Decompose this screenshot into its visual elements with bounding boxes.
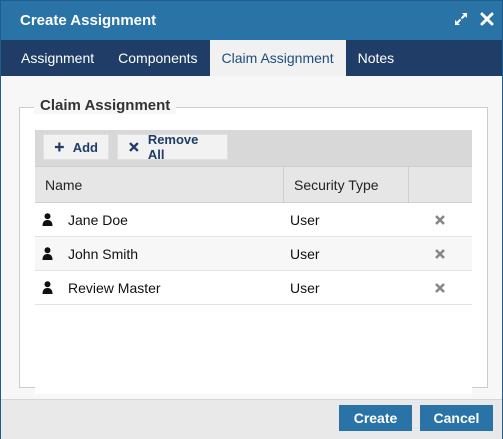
row-security-type: User bbox=[290, 212, 320, 228]
claim-assignment-grid: Add Remove All Name Security Type Jane D… bbox=[35, 130, 472, 394]
tab-notes[interactable]: Notes bbox=[346, 40, 407, 76]
dialog-title: Create Assignment bbox=[20, 12, 157, 29]
dialog-footer: Create Cancel bbox=[1, 399, 502, 439]
table-row[interactable]: John Smith User bbox=[35, 237, 472, 271]
user-icon bbox=[42, 247, 53, 260]
claim-assignment-fieldset: Claim Assignment Add Remove All Name Sec… bbox=[19, 97, 488, 394]
cancel-button[interactable]: Cancel bbox=[420, 405, 493, 431]
grid-header: Name Security Type bbox=[35, 167, 472, 203]
create-button[interactable]: Create bbox=[339, 405, 412, 431]
grid-rows: Jane Doe User John Smith User Review Mas… bbox=[35, 203, 472, 305]
row-name: John Smith bbox=[68, 246, 139, 262]
row-name: Jane Doe bbox=[68, 212, 128, 228]
plus-icon bbox=[54, 142, 64, 152]
column-divider bbox=[408, 167, 409, 203]
column-header-security-type[interactable]: Security Type bbox=[284, 167, 379, 203]
maximize-icon[interactable] bbox=[453, 11, 469, 29]
dialog-titlebar: Create Assignment bbox=[1, 1, 502, 40]
titlebar-controls bbox=[453, 11, 495, 29]
create-assignment-dialog: Create Assignment Assignment Components … bbox=[0, 0, 503, 439]
grid-toolbar: Add Remove All bbox=[35, 130, 472, 167]
user-icon bbox=[42, 281, 53, 294]
x-icon[interactable] bbox=[434, 248, 446, 260]
table-row[interactable]: Jane Doe User bbox=[35, 203, 472, 237]
row-name: Review Master bbox=[68, 280, 161, 296]
x-icon[interactable] bbox=[434, 214, 446, 226]
remove-all-button[interactable]: Remove All bbox=[117, 132, 228, 162]
column-header-name[interactable]: Name bbox=[35, 167, 82, 203]
table-row[interactable]: Review Master User bbox=[35, 271, 472, 305]
user-icon bbox=[42, 213, 53, 226]
fieldset-legend: Claim Assignment bbox=[34, 97, 177, 114]
row-security-type: User bbox=[290, 280, 320, 296]
dialog-body: Claim Assignment Add Remove All Name Sec… bbox=[1, 76, 502, 399]
x-icon[interactable] bbox=[434, 282, 446, 294]
add-button[interactable]: Add bbox=[43, 134, 109, 160]
add-button-label: Add bbox=[72, 139, 98, 155]
x-icon bbox=[129, 142, 139, 152]
tab-assignment[interactable]: Assignment bbox=[9, 40, 106, 76]
tab-components[interactable]: Components bbox=[106, 40, 209, 76]
tab-claim-assignment[interactable]: Claim Assignment bbox=[209, 40, 346, 76]
row-security-type: User bbox=[290, 246, 320, 262]
remove-all-button-label: Remove All bbox=[147, 132, 199, 162]
close-icon[interactable] bbox=[479, 11, 495, 29]
tab-bar: Assignment Components Claim Assignment N… bbox=[1, 40, 502, 76]
